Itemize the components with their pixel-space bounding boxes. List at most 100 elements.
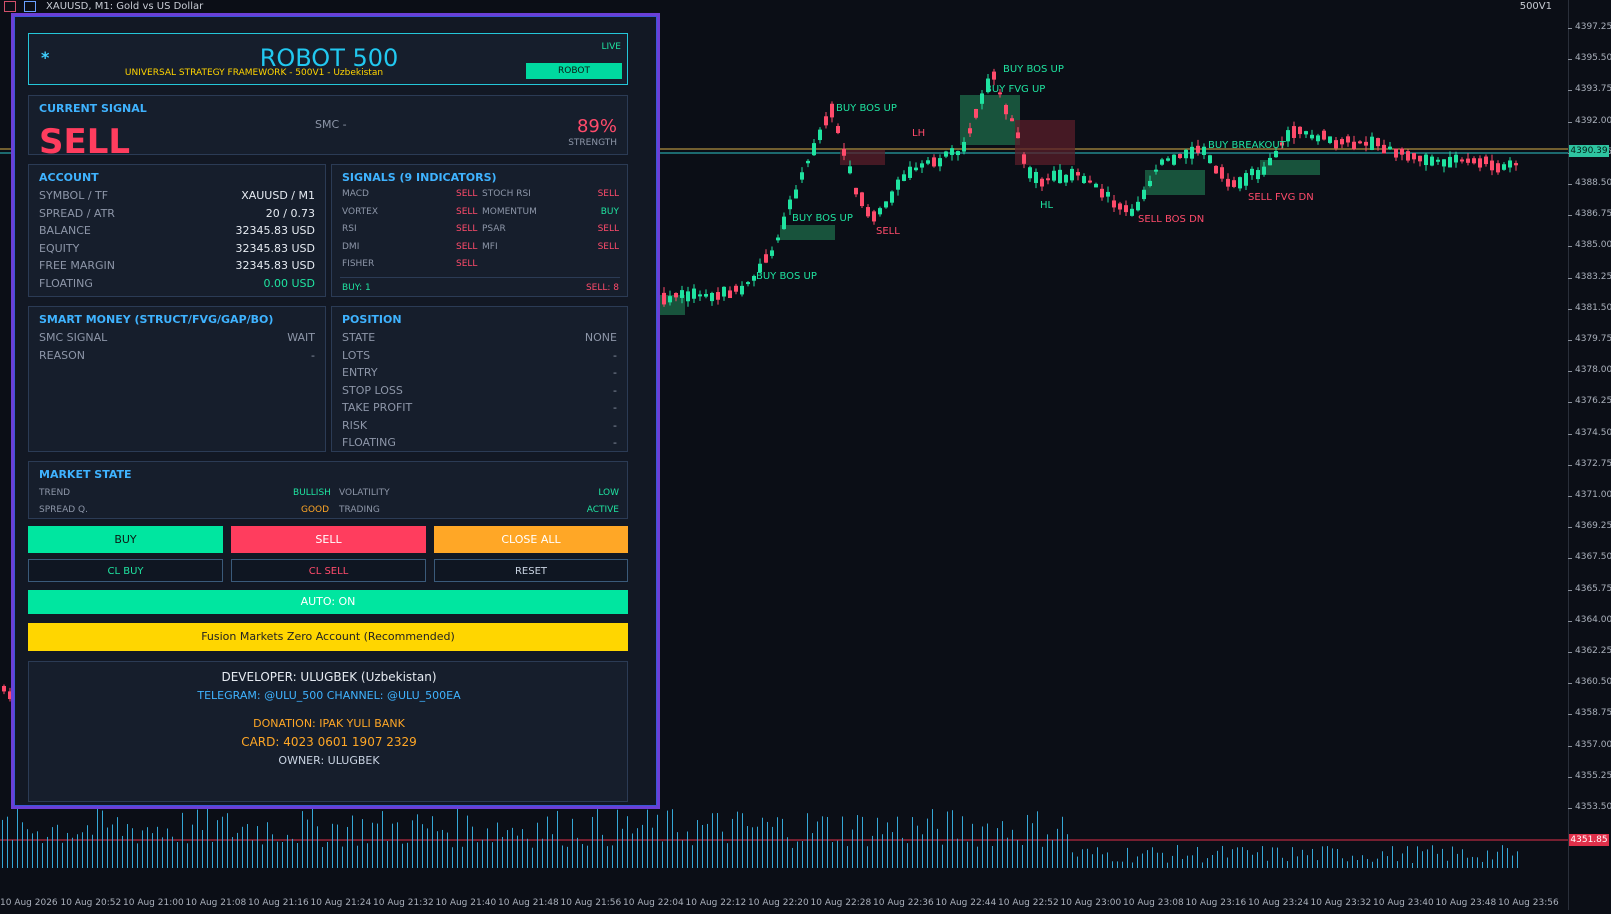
volume-bar xyxy=(1277,847,1278,868)
candle-body xyxy=(1352,141,1356,150)
position-row-value: - xyxy=(613,418,617,432)
volume-bar xyxy=(912,817,913,868)
volume-bar xyxy=(1292,847,1293,868)
volume-bar xyxy=(402,843,403,868)
volume-bar xyxy=(747,826,748,868)
close-all-button[interactable]: CLOSE ALL xyxy=(434,526,628,553)
candle-body xyxy=(824,116,828,126)
volume-bar xyxy=(492,842,493,868)
candle-body xyxy=(1016,132,1020,139)
volume-bar xyxy=(1007,837,1008,868)
developer-box: DEVELOPER: ULUGBEK (Uzbekistan) TELEGRAM… xyxy=(28,661,628,802)
chart-signal-label: LH xyxy=(912,128,925,139)
volume-bar xyxy=(1042,846,1043,868)
candle-body xyxy=(1304,131,1308,135)
volume-bar xyxy=(157,826,158,868)
sell-button[interactable]: SELL xyxy=(231,526,426,553)
volume-bar xyxy=(1152,847,1153,868)
volume-bar xyxy=(1472,856,1473,868)
account-row-label: SYMBOL / TF xyxy=(39,189,109,202)
reset-button[interactable]: RESET xyxy=(434,559,628,582)
candle-body xyxy=(2,686,6,692)
volume-bar xyxy=(1202,862,1203,868)
robot-badge[interactable]: ROBOT xyxy=(526,63,622,79)
account-heading: ACCOUNT xyxy=(39,171,99,184)
volume-bar xyxy=(1222,845,1223,868)
volume-bar xyxy=(1217,850,1218,868)
volume-bar xyxy=(1097,847,1098,868)
candle-body xyxy=(1262,166,1266,175)
volume-bar xyxy=(767,821,768,868)
candle-body xyxy=(884,201,888,208)
volume-bar xyxy=(662,841,663,868)
auto-toggle-button[interactable]: AUTO: ON xyxy=(28,590,628,614)
candle-body xyxy=(1346,136,1350,143)
volume-bar xyxy=(1027,814,1028,868)
time-axis-label: 10 Aug 22:52 xyxy=(998,898,1059,908)
trading-label: TRADING xyxy=(339,505,380,515)
volume-bar xyxy=(1382,851,1383,868)
candle-body xyxy=(1076,172,1080,176)
volume-bar xyxy=(592,816,593,868)
chart-menu-icon[interactable] xyxy=(4,1,16,12)
candle-body xyxy=(962,141,966,152)
candle-body xyxy=(1202,146,1206,155)
indicator-signal: SELL xyxy=(456,259,478,269)
volume-bar xyxy=(1157,852,1158,868)
volume-bar xyxy=(702,824,703,868)
close-sell-button[interactable]: CL SELL xyxy=(231,559,426,582)
volume-bar xyxy=(622,828,623,868)
buy-button[interactable]: BUY xyxy=(28,526,223,553)
strength-label: STRENGTH xyxy=(568,138,617,148)
smc-row-value: - xyxy=(311,348,315,362)
time-axis[interactable]: 10 Aug 2026 10 Aug 20:52 10 Aug 21:00 10 Au… xyxy=(0,897,1568,910)
volume-bar xyxy=(482,839,483,868)
indicator-signal: SELL xyxy=(456,189,478,199)
volume-bar xyxy=(1052,839,1053,868)
price-axis-label: 4357.00 xyxy=(1567,739,1611,750)
volume-bar xyxy=(722,831,723,868)
broker-button[interactable]: Fusion Markets Zero Account (Recommended… xyxy=(28,623,628,651)
volume-bar xyxy=(282,842,283,868)
candle-body xyxy=(1238,177,1242,189)
volume-bar xyxy=(627,816,628,868)
account-row-value: 32345.83 USD xyxy=(235,241,316,255)
volume-bar xyxy=(472,826,473,868)
candle-body xyxy=(944,151,948,157)
time-axis-label: 10 Aug 21:16 xyxy=(248,898,309,908)
volume-bar xyxy=(452,847,453,868)
price-axis[interactable]: 4397.254395.504393.754392.004390.254388.… xyxy=(1567,0,1611,910)
volume-bar xyxy=(77,834,78,868)
candle-body xyxy=(878,208,882,215)
volume-bar xyxy=(42,843,43,868)
volume-bar xyxy=(332,823,333,868)
volume-bar xyxy=(152,833,153,868)
volume-bar xyxy=(1032,823,1033,868)
spread-quality-label: SPREAD Q. xyxy=(39,505,88,515)
price-axis-label: 4388.50 xyxy=(1567,178,1611,188)
volume-bar xyxy=(907,843,908,868)
market-state-box: MARKET STATE TREND BULLISH SPREAD Q. GOO… xyxy=(28,461,628,519)
candle-body xyxy=(1454,154,1458,163)
close-buy-button[interactable]: CL BUY xyxy=(28,559,223,582)
time-axis-label: 10 Aug 21:08 xyxy=(185,898,247,908)
indicator-name: DMI xyxy=(342,241,360,252)
volume-bar xyxy=(302,811,303,868)
candle-body xyxy=(1148,180,1152,187)
candle-body xyxy=(854,187,858,195)
candle-body xyxy=(992,71,996,80)
volume-bar xyxy=(972,823,973,868)
symbol-icon[interactable] xyxy=(24,1,36,12)
bid-price-tag: 4390.39 xyxy=(1569,145,1609,157)
volume-bar xyxy=(1257,852,1258,868)
indicator-signal: SELL xyxy=(456,241,478,252)
volume-bar xyxy=(657,814,658,868)
volume-bar xyxy=(117,817,118,868)
volume-bar xyxy=(162,837,163,868)
owner-line: OWNER: ULUGBEK xyxy=(278,754,380,767)
candle-body xyxy=(1430,156,1434,166)
candle-body xyxy=(806,160,810,164)
volume-bar xyxy=(512,827,513,868)
volume-bar xyxy=(17,808,18,868)
candle-body xyxy=(1316,135,1320,142)
